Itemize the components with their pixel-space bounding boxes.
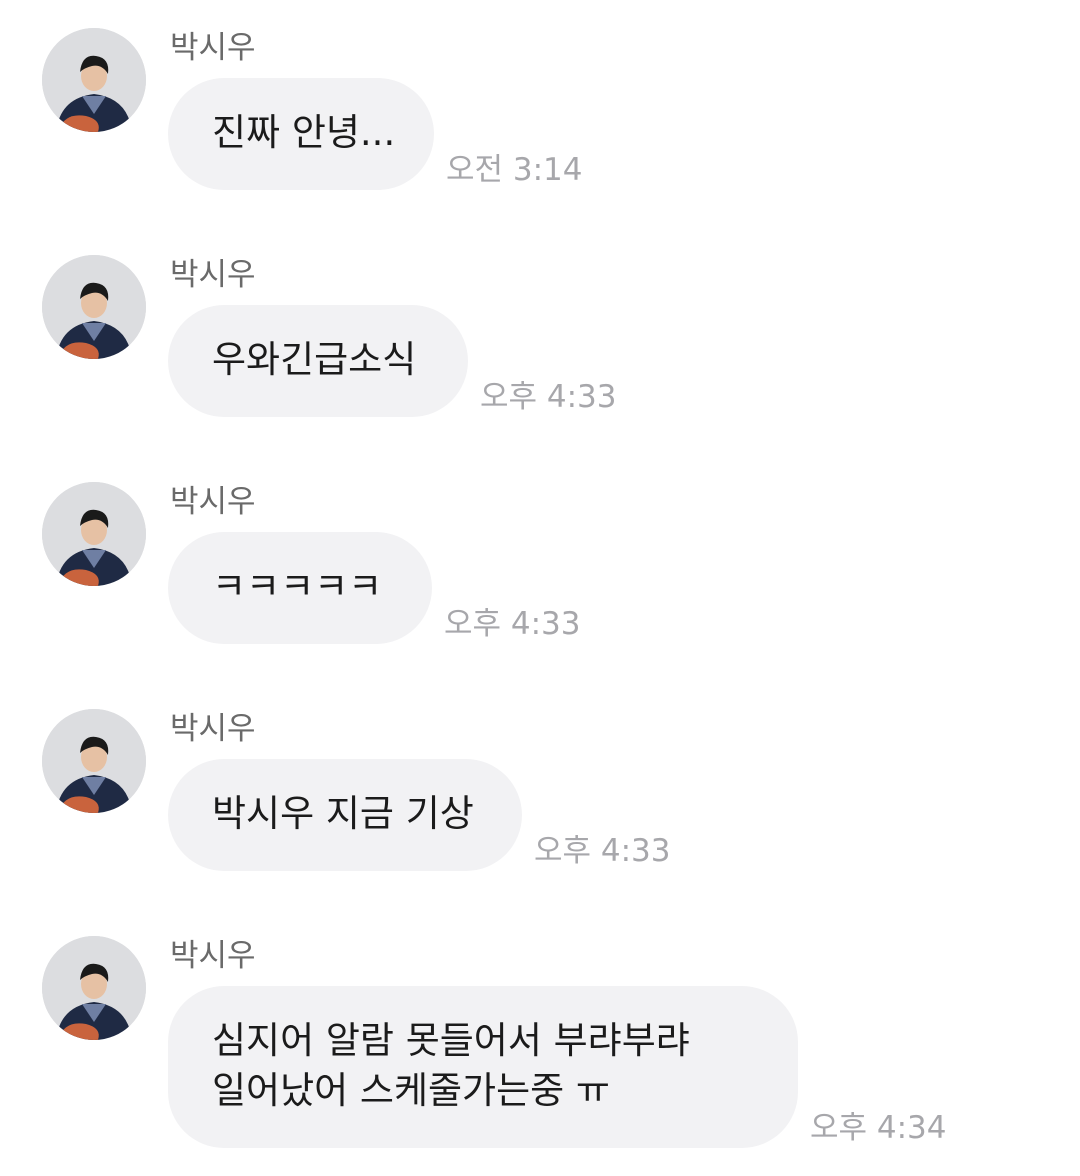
profile-photo-icon xyxy=(42,709,146,813)
message-bubble[interactable]: ㅋㅋㅋㅋㅋ xyxy=(168,532,432,644)
avatar[interactable] xyxy=(42,936,146,1040)
sender-name: 박시우 xyxy=(170,30,256,66)
message-text: ㅋㅋㅋㅋㅋ xyxy=(212,565,383,608)
sender-name: 박시우 xyxy=(170,257,256,293)
message-bubble[interactable]: 박시우 지금 기상 xyxy=(168,759,522,871)
avatar[interactable] xyxy=(42,482,146,586)
profile-photo-icon xyxy=(42,28,146,132)
message-bubble[interactable]: 우와긴급소식 xyxy=(168,305,468,417)
sender-name: 박시우 xyxy=(170,711,256,747)
profile-photo-icon xyxy=(42,255,146,359)
message-time: 오후 4:33 xyxy=(480,379,617,415)
message-bubble[interactable]: 진짜 안녕... xyxy=(168,78,434,190)
message-text-line: 심지어 알람 못들어서 부랴부랴 xyxy=(212,1019,690,1062)
message-text: 박시우 지금 기상 xyxy=(212,792,474,835)
message-time: 오후 4:34 xyxy=(810,1110,947,1146)
profile-photo-icon xyxy=(42,482,146,586)
message-time: 오전 3:14 xyxy=(446,152,583,188)
avatar[interactable] xyxy=(42,28,146,132)
message-time: 오후 4:33 xyxy=(534,833,671,869)
message-bubble[interactable]: 심지어 알람 못들어서 부랴부랴 일어났어 스케줄가는중 ㅠ xyxy=(168,986,798,1148)
message-text-line: 일어났어 스케줄가는중 ㅠ xyxy=(212,1069,610,1112)
message-text: 진짜 안녕... xyxy=(212,111,396,154)
message-time: 오후 4:33 xyxy=(444,606,581,642)
sender-name: 박시우 xyxy=(170,484,256,520)
avatar[interactable] xyxy=(42,255,146,359)
avatar[interactable] xyxy=(42,709,146,813)
sender-name: 박시우 xyxy=(170,938,256,974)
message-text: 우와긴급소식 xyxy=(212,338,417,381)
profile-photo-icon xyxy=(42,936,146,1040)
